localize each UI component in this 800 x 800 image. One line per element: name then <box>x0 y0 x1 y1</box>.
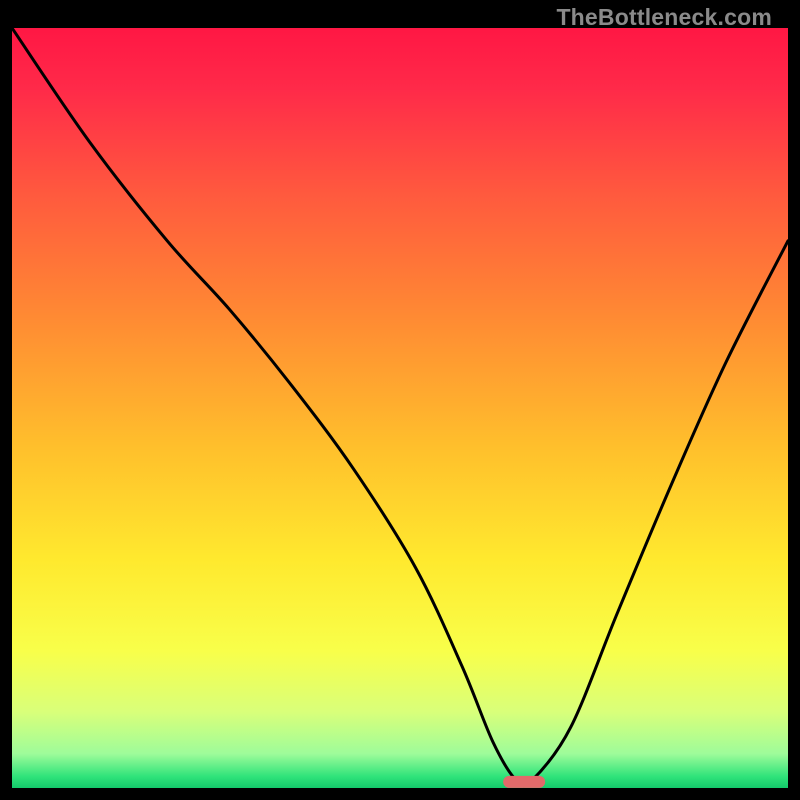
bottleneck-chart <box>12 28 788 788</box>
watermark-text: TheBottleneck.com <box>556 4 772 31</box>
gradient-background <box>12 28 788 788</box>
chart-frame: TheBottleneck.com <box>12 0 788 788</box>
plot-area <box>12 28 788 788</box>
optimal-marker <box>503 776 545 788</box>
